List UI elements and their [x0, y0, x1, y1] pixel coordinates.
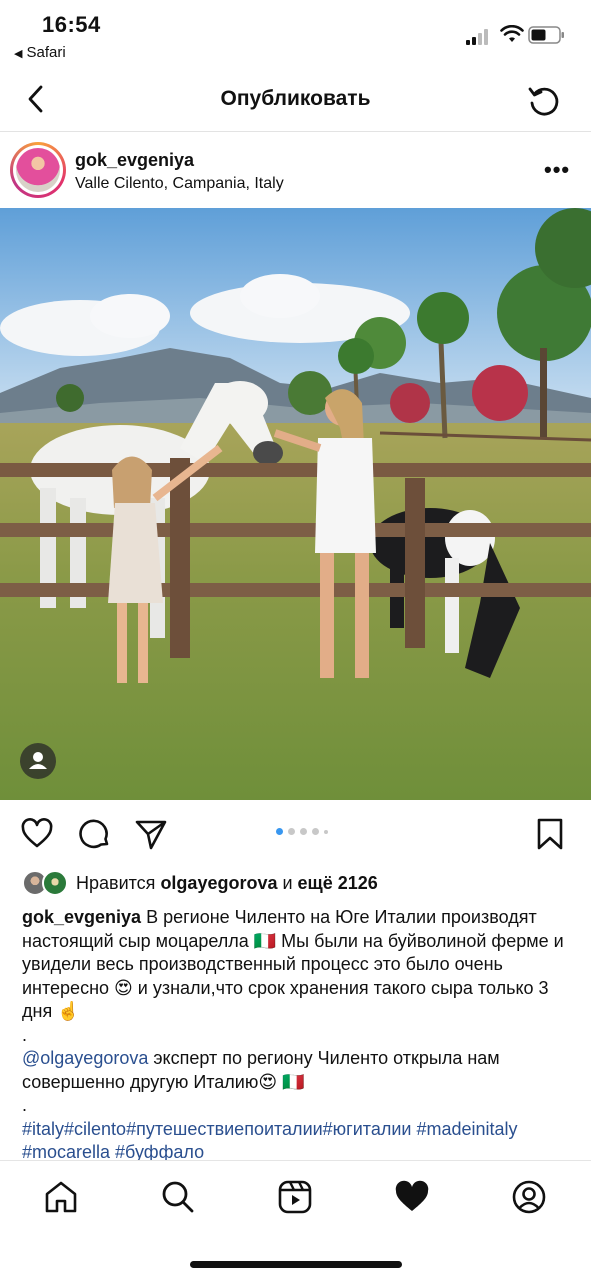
share-send-icon[interactable] [134, 817, 168, 851]
post-caption: gok_evgeniya В регионе Чиленто на Юге Ит… [22, 906, 570, 1160]
post-username[interactable]: gok_evgeniya [75, 150, 194, 171]
comment-icon[interactable] [78, 817, 112, 851]
cellular-signal-icon [466, 29, 488, 45]
refresh-icon[interactable] [524, 81, 564, 121]
search-icon[interactable] [160, 1179, 196, 1215]
likes-summary[interactable]: Нравится olgayegorova и ещё 2126 [22, 870, 582, 898]
back-triangle-icon: ◀ [14, 48, 23, 60]
caption-hashtags[interactable]: #italy#cilento#путешествиепоиталии#югита… [22, 1118, 570, 1161]
more-options-icon[interactable]: ••• [544, 157, 570, 183]
carousel-dot [300, 828, 307, 835]
carousel-dot [324, 829, 328, 834]
avatar[interactable] [10, 142, 66, 198]
photo-illustration [0, 208, 591, 800]
post-header: gok_evgeniya Valle Cilento, Campania, It… [0, 132, 591, 208]
profile-icon[interactable] [511, 1179, 547, 1215]
wifi-icon [500, 25, 524, 42]
back-app-label: Safari [26, 44, 66, 61]
home-indicator [190, 1261, 402, 1268]
post-photo[interactable] [0, 208, 591, 800]
likes-user[interactable]: olgayegorova [160, 873, 277, 893]
carousel-indicator [276, 828, 328, 835]
bookmark-icon[interactable] [533, 817, 567, 851]
likes-middle: и [277, 873, 298, 893]
bottom-tab-bar [0, 1160, 591, 1280]
caption-mention[interactable]: @olgayegorova [22, 1048, 148, 1068]
heart-filled-icon[interactable] [394, 1179, 430, 1215]
page-title: Опубликовать [220, 87, 371, 110]
status-bar: 16:54 ◀ Safari [0, 0, 591, 70]
tagged-people-button[interactable] [20, 743, 56, 779]
navigation-bar: Опубликовать [0, 70, 591, 132]
carousel-dot [312, 828, 319, 835]
battery-icon [528, 26, 564, 44]
home-icon[interactable] [43, 1179, 79, 1215]
likes-text: Нравится olgayegorova и ещё 2126 [76, 873, 378, 894]
person-icon [29, 752, 47, 769]
post-actions [0, 800, 591, 866]
caption-dot: . [22, 1024, 28, 1045]
post-location[interactable]: Valle Cilento, Campania, Italy [75, 175, 284, 193]
caption-username[interactable]: gok_evgeniya [22, 907, 141, 927]
caption-dot-2: . [22, 1095, 28, 1115]
status-time: 16:54 [42, 12, 101, 37]
carousel-dot [276, 828, 283, 835]
carousel-dot [288, 828, 295, 835]
back-to-app-link[interactable]: ◀ Safari [14, 44, 66, 61]
reels-icon[interactable] [277, 1179, 313, 1215]
likes-prefix: Нравится [76, 873, 161, 893]
liker-avatar [42, 870, 68, 896]
likes-count[interactable]: ещё 2126 [298, 873, 378, 893]
like-heart-icon[interactable] [20, 817, 54, 851]
